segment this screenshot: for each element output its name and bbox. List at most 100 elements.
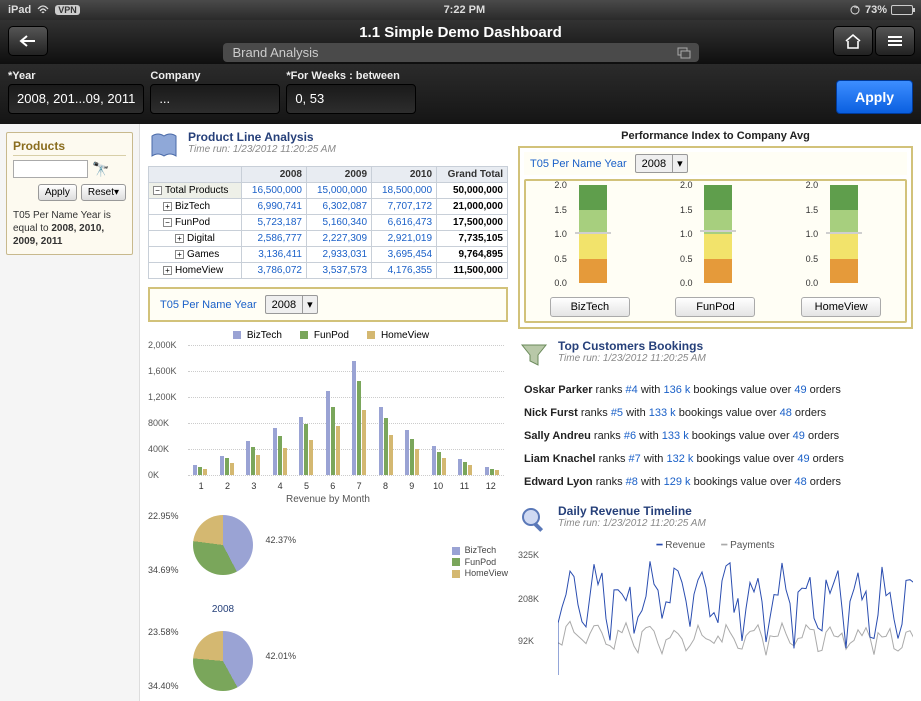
- pie-legend: BizTech FunPod HomeView: [452, 545, 508, 580]
- funnel-icon: [518, 339, 550, 371]
- expand-icon[interactable]: +: [163, 202, 172, 211]
- pla-title: Product Line Analysis: [188, 130, 336, 144]
- bar: [357, 381, 361, 475]
- perf-year-dropdown[interactable]: 2008 ▾: [635, 154, 688, 173]
- sidebar-title: Products: [13, 139, 126, 156]
- legend-item: ━ Payments: [721, 540, 774, 551]
- gauge: 2.01.51.00.50.0 HomeView: [796, 185, 886, 317]
- gauge: 2.01.51.00.50.0 BizTech: [545, 185, 635, 317]
- x-tick: 9: [399, 481, 425, 491]
- top-customers: Top Customers Bookings Time run: 1/23/20…: [518, 339, 913, 498]
- vpn-badge: VPN: [55, 5, 80, 15]
- expand-icon[interactable]: +: [175, 234, 184, 243]
- legend-item: FunPod: [452, 557, 508, 569]
- drt-timerun: Time run: 1/23/2012 11:20:25 AM: [558, 518, 706, 529]
- wifi-icon: [37, 5, 49, 15]
- ios-statusbar: iPad VPN 7:22 PM 73%: [0, 0, 921, 20]
- bar: [225, 458, 229, 475]
- performance-index: Performance Index to Company Avg T05 Per…: [518, 130, 913, 329]
- bar: [432, 446, 436, 475]
- gauge-button-homeview[interactable]: HomeView: [801, 297, 881, 317]
- page-title: 1.1 Simple Demo Dashboard: [8, 24, 913, 41]
- bar: [490, 469, 494, 476]
- table-cell: 4,176,355: [372, 263, 437, 279]
- bar: [415, 449, 419, 475]
- expand-icon[interactable]: +: [163, 266, 172, 275]
- tc-title: Top Customers Bookings: [558, 339, 706, 353]
- binoculars-icon[interactable]: 🔭: [92, 161, 109, 178]
- table-row-label[interactable]: −Total Products: [149, 183, 242, 199]
- legend-item: BizTech: [452, 545, 508, 557]
- bar: [246, 441, 250, 475]
- table-header: Grand Total: [437, 167, 508, 183]
- pla-timerun: Time run: 1/23/2012 11:20:25 AM: [188, 144, 336, 155]
- table-cell: 6,616,473: [372, 215, 437, 231]
- apply-button[interactable]: Apply: [836, 80, 913, 114]
- filter-year-input[interactable]: 2008, 201...09, 2011: [8, 84, 144, 114]
- customer-row: Oskar Parker ranks #4 with 136 k booking…: [524, 379, 907, 402]
- bar: [362, 410, 366, 475]
- legend-item: FunPod: [294, 330, 349, 341]
- table-cell: 17,500,000: [437, 215, 508, 231]
- subtitle-dropdown[interactable]: Brand Analysis: [223, 43, 699, 62]
- home-button[interactable]: [833, 26, 873, 56]
- filter-weeks-input[interactable]: 0, 53: [286, 84, 416, 114]
- bar: [230, 463, 234, 475]
- table-header: 2009: [306, 167, 371, 183]
- bar: [495, 470, 499, 475]
- pla-selector-label: T05 Per Name Year: [160, 299, 257, 311]
- stack-icon: [677, 47, 691, 59]
- table-cell: 16,500,000: [241, 183, 306, 199]
- daily-revenue-timeline: Daily Revenue Timeline Time run: 1/23/20…: [518, 504, 913, 701]
- back-button[interactable]: [8, 26, 48, 56]
- table-cell: 3,136,411: [241, 247, 306, 263]
- collapse-icon[interactable]: −: [153, 186, 162, 195]
- table-row-label[interactable]: +HomeView: [149, 263, 242, 279]
- table-cell: 7,735,105: [437, 231, 508, 247]
- book-icon: [148, 130, 180, 162]
- gauge-button-biztech[interactable]: BizTech: [550, 297, 630, 317]
- table-cell: 21,000,000: [437, 199, 508, 215]
- x-tick: 4: [267, 481, 293, 491]
- table-cell: 6,302,087: [306, 199, 371, 215]
- x-tick: 10: [425, 481, 451, 491]
- table-row-label[interactable]: +Games: [149, 247, 242, 263]
- table-row-label[interactable]: +Digital: [149, 231, 242, 247]
- pie-chart: 42.01% 34.40% 23.58% 2009: [148, 621, 298, 701]
- x-tick: 11: [451, 481, 477, 491]
- bar: [331, 407, 335, 475]
- bar: [273, 428, 277, 475]
- revenue-by-month-chart: BizTechFunPodHomeView 123456789101112 Re…: [148, 330, 508, 505]
- collapse-icon[interactable]: −: [163, 218, 172, 227]
- battery-icon: [891, 5, 913, 15]
- bar: [198, 467, 202, 475]
- table-cell: 5,723,187: [241, 215, 306, 231]
- bar: [283, 448, 287, 475]
- table-cell: 3,786,072: [241, 263, 306, 279]
- options-button[interactable]: [875, 26, 915, 56]
- gauge-button-funpod[interactable]: FunPod: [675, 297, 755, 317]
- sidebar-reset-button[interactable]: Reset▾: [81, 184, 126, 201]
- sidebar-apply-button[interactable]: Apply: [38, 184, 77, 201]
- magnifier-icon: [518, 504, 550, 536]
- expand-icon[interactable]: +: [175, 250, 184, 259]
- pla-year-dropdown[interactable]: 2008 ▾: [265, 295, 318, 314]
- timeline-series: [558, 562, 913, 676]
- x-tick: 12: [478, 481, 504, 491]
- gauge: 2.01.51.00.50.0 FunPod: [670, 185, 760, 317]
- x-tick: 5: [293, 481, 319, 491]
- table-row-label[interactable]: +BizTech: [149, 199, 242, 215]
- filter-company-input[interactable]: ...: [150, 84, 280, 114]
- table-row-label[interactable]: −FunPod: [149, 215, 242, 231]
- perf-title: Performance Index to Company Avg: [518, 130, 913, 142]
- brand-share-pies: BizTech FunPod HomeView 42.37% 34.69% 22…: [148, 505, 508, 701]
- table-cell: 2,586,777: [241, 231, 306, 247]
- bar: [437, 452, 441, 475]
- table-cell: 3,695,454: [372, 247, 437, 263]
- table-cell: 7,707,172: [372, 199, 437, 215]
- battery-pct: 73%: [865, 4, 887, 16]
- products-search-input[interactable]: [13, 160, 88, 178]
- table-cell: 3,537,573: [306, 263, 371, 279]
- x-tick: 7: [346, 481, 372, 491]
- table-cell: 5,160,340: [306, 215, 371, 231]
